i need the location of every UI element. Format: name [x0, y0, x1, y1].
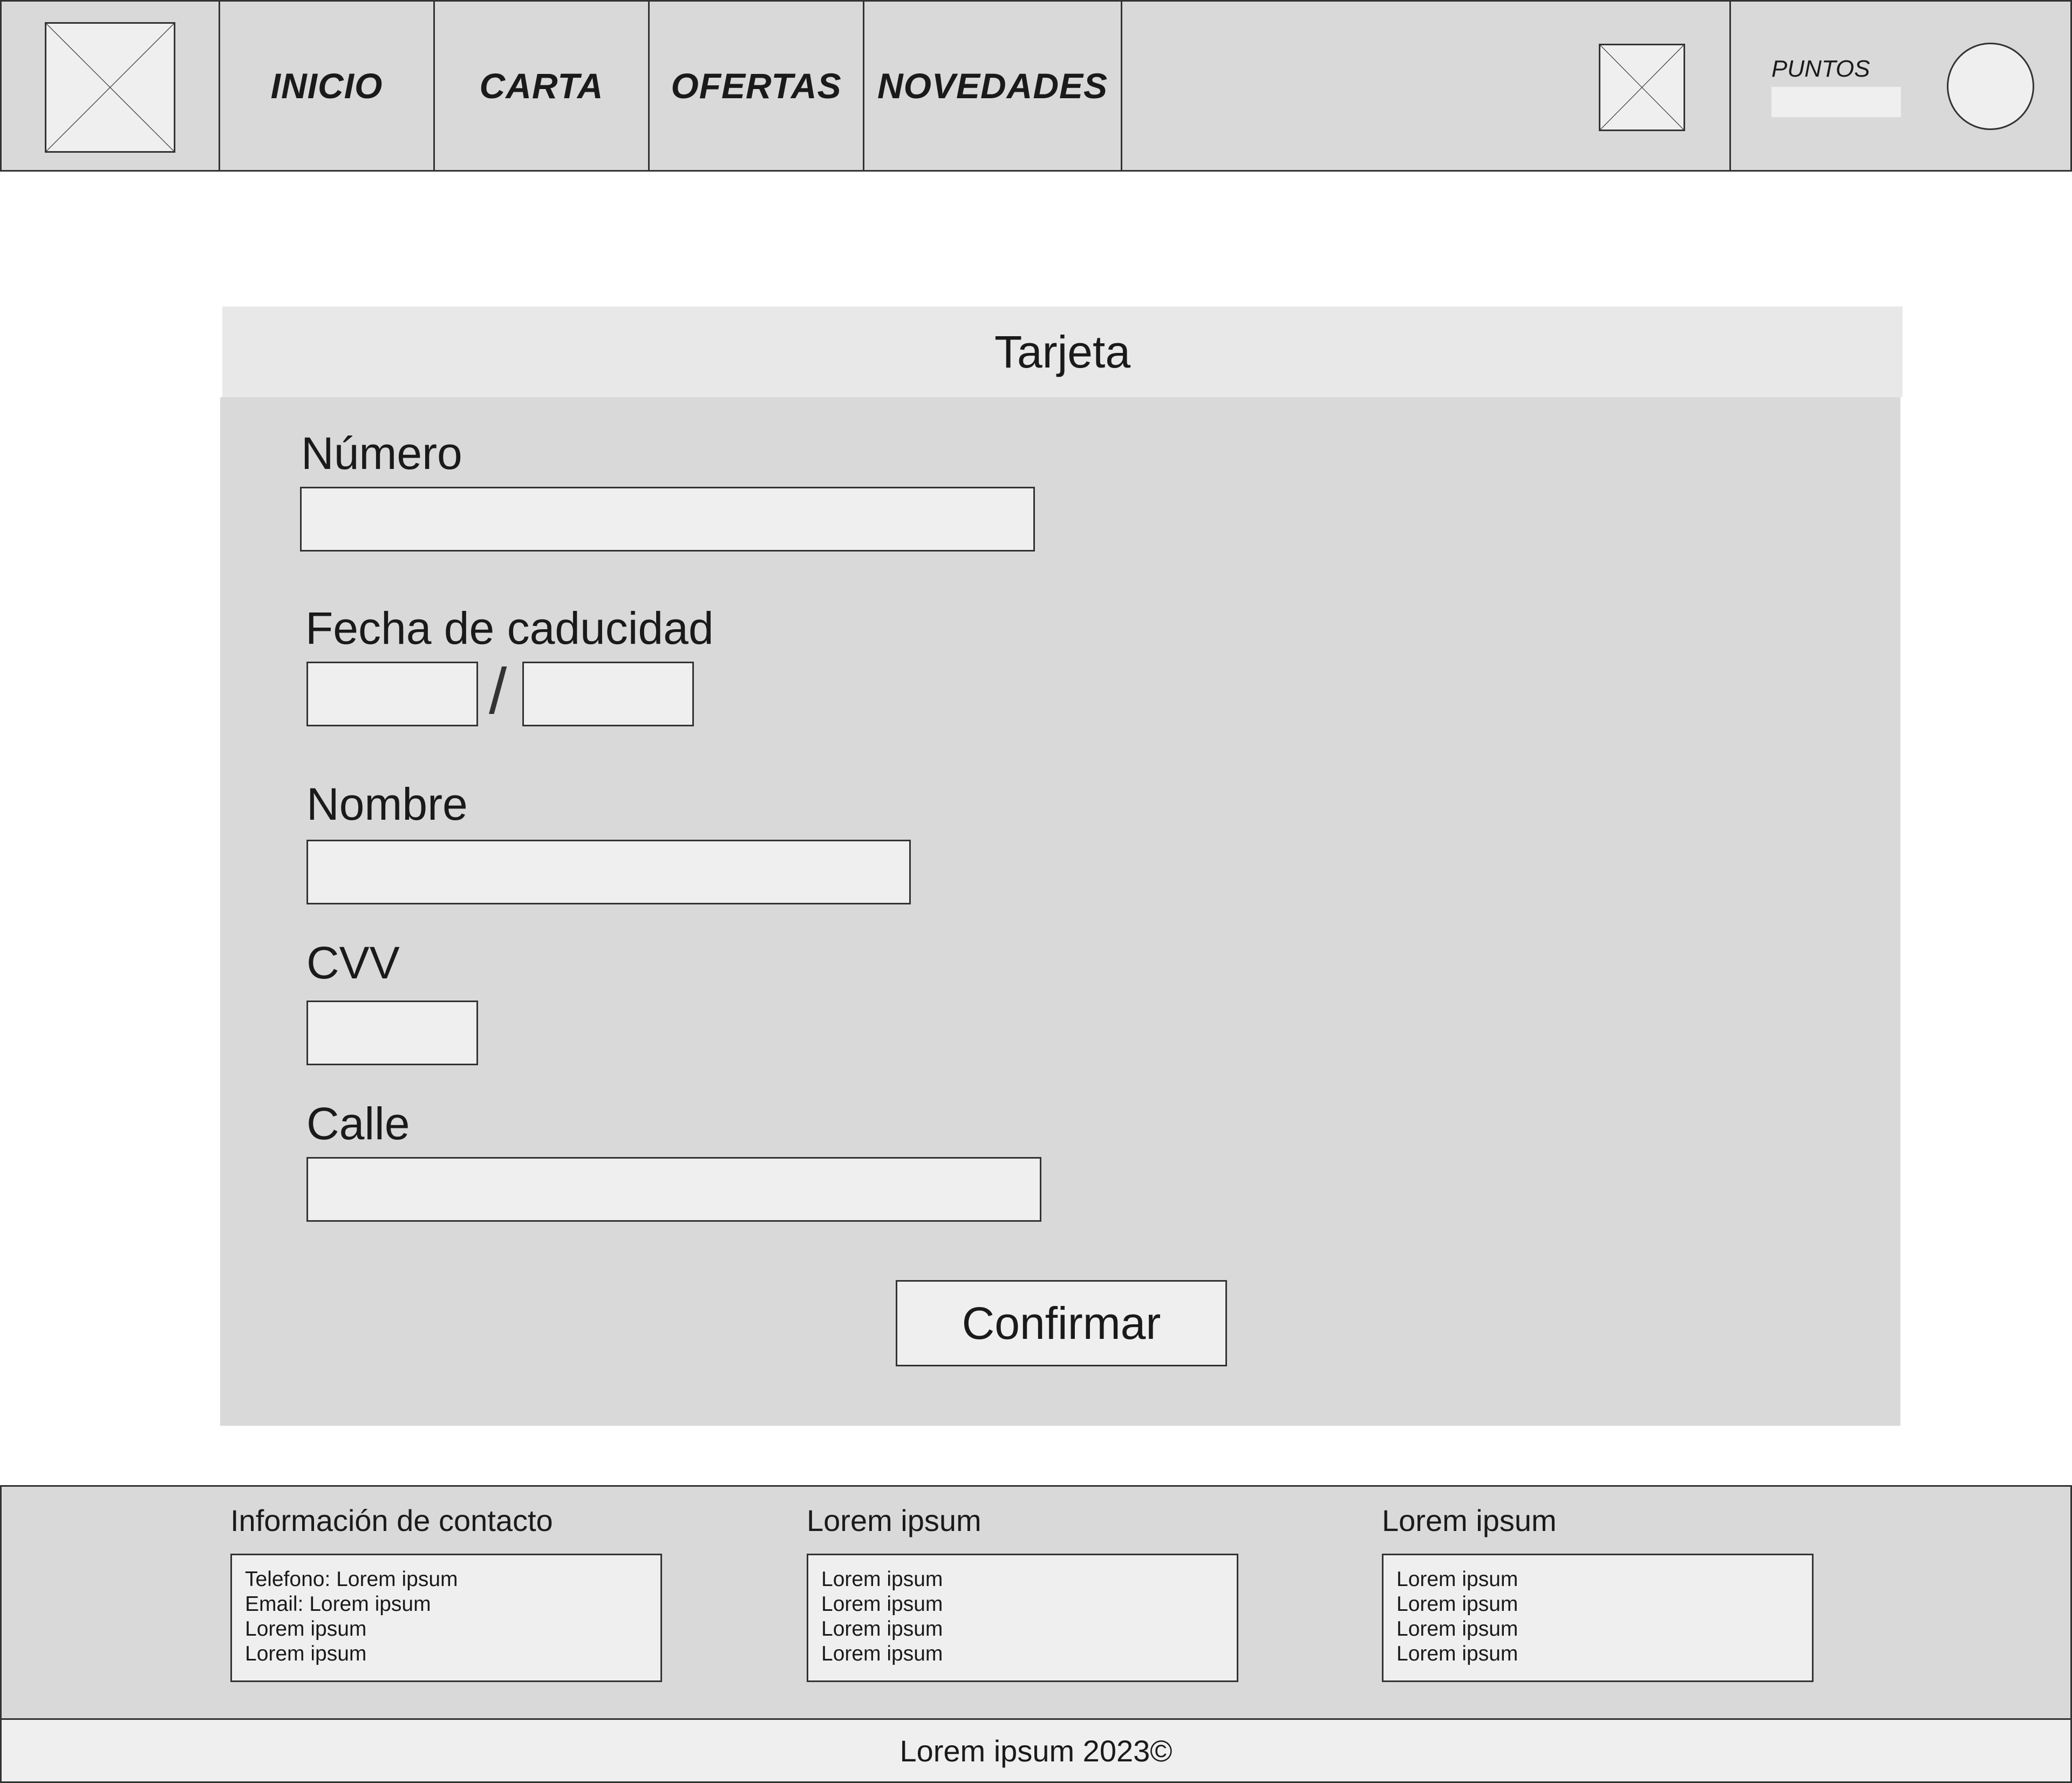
nombre-label: Nombre	[306, 779, 468, 829]
cart-placeholder-icon[interactable]	[1599, 44, 1685, 131]
footer-line: Lorem ipsum	[1396, 1617, 1518, 1641]
points-label: PUNTOS	[1771, 56, 1870, 82]
user-points-cell: PUNTOS	[1729, 2, 2070, 170]
expiry-month-input[interactable]	[306, 662, 478, 726]
footer-col3-box: Lorem ipsum Lorem ipsum Lorem ipsum Lore…	[1382, 1554, 1814, 1682]
logo-placeholder-icon[interactable]	[45, 22, 175, 153]
nav-item-ofertas[interactable]: OFERTAS	[650, 2, 864, 170]
nav-item-carta[interactable]: CARTA	[435, 2, 650, 170]
footer-col2-title: Lorem ipsum	[807, 1503, 982, 1537]
nombre-input[interactable]	[306, 840, 911, 904]
top-nav-bar: INICIO CARTA OFERTAS NOVEDADES PUNTOS	[0, 0, 2072, 172]
points-value-bar	[1771, 87, 1901, 117]
footer-line: Lorem ipsum	[245, 1617, 367, 1641]
cvv-input[interactable]	[306, 1001, 478, 1065]
nav-item-novedades[interactable]: NOVEDADES	[864, 2, 1122, 170]
footer-line: Lorem ipsum	[1396, 1642, 1518, 1665]
card-form-panel: Número Fecha de caducidad / Nombre CVV C…	[220, 397, 1900, 1426]
footer-line: Lorem ipsum	[821, 1642, 943, 1665]
footer-contact-title: Información de contacto	[230, 1503, 553, 1537]
footer-line: Telefono: Lorem ipsum	[245, 1568, 458, 1591]
copyright-bar: Lorem ipsum 2023©	[0, 1718, 2072, 1783]
logo-cell	[2, 2, 220, 170]
confirm-button[interactable]: Confirmar	[896, 1280, 1227, 1366]
nav-item-inicio[interactable]: INICIO	[220, 2, 435, 170]
user-avatar-icon[interactable]	[1947, 43, 2034, 130]
expiry-separator: /	[489, 655, 507, 727]
footer-col3-title: Lorem ipsum	[1382, 1503, 1557, 1537]
numero-label: Número	[301, 428, 462, 479]
numero-input[interactable]	[300, 487, 1035, 552]
card-form-title: Tarjeta	[222, 307, 1903, 397]
expiry-year-input[interactable]	[522, 662, 694, 726]
footer-line: Lorem ipsum	[1396, 1593, 1518, 1616]
footer: Información de contacto Telefono: Lorem …	[0, 1485, 2072, 1718]
calle-label: Calle	[306, 1098, 410, 1149]
footer-col2-box: Lorem ipsum Lorem ipsum Lorem ipsum Lore…	[807, 1554, 1238, 1682]
calle-input[interactable]	[306, 1157, 1041, 1222]
footer-line: Lorem ipsum	[821, 1593, 943, 1616]
footer-line: Email: Lorem ipsum	[245, 1593, 431, 1616]
footer-line: Lorem ipsum	[821, 1568, 943, 1591]
fecha-caducidad-label: Fecha de caducidad	[305, 603, 714, 654]
footer-line: Lorem ipsum	[245, 1642, 367, 1665]
cvv-label: CVV	[306, 937, 400, 988]
footer-line: Lorem ipsum	[821, 1617, 943, 1641]
footer-line: Lorem ipsum	[1396, 1568, 1518, 1591]
footer-contact-box: Telefono: Lorem ipsum Email: Lorem ipsum…	[230, 1554, 662, 1682]
